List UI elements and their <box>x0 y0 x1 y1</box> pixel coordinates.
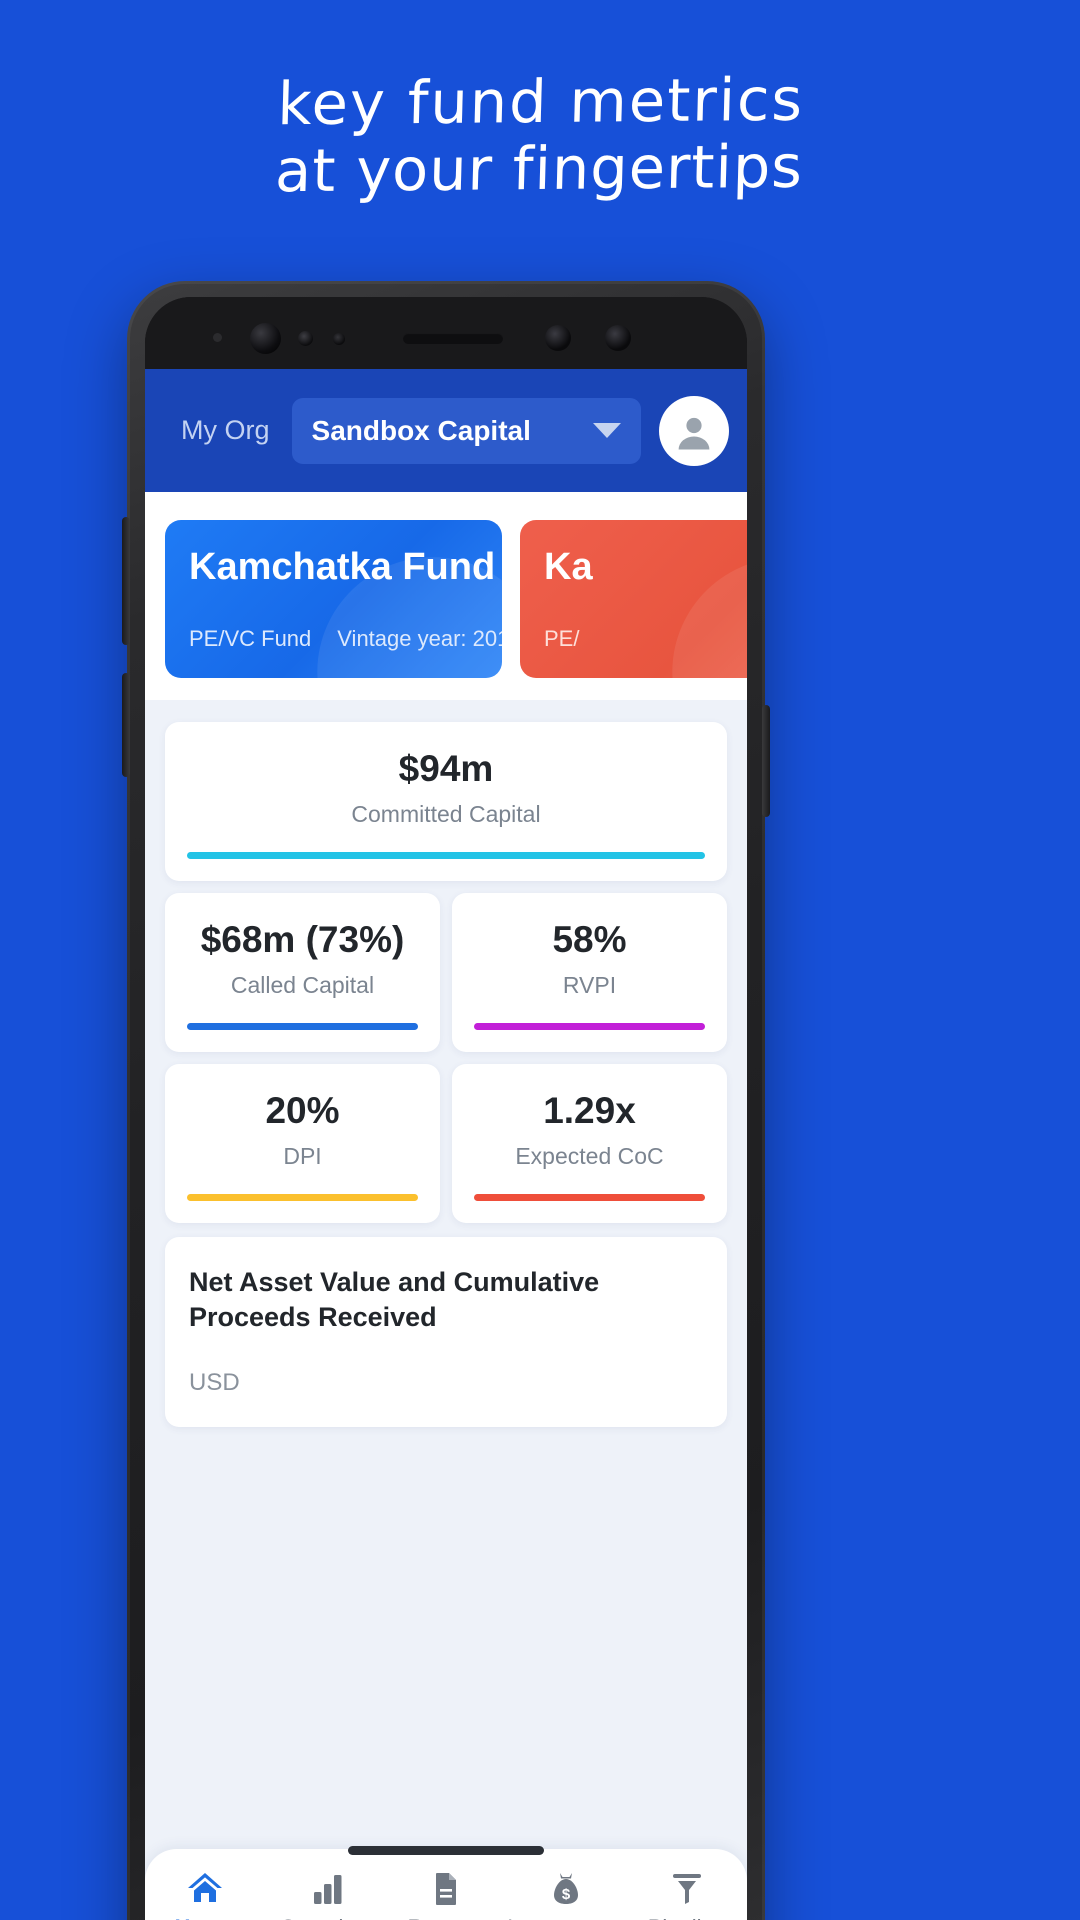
metric-accent-bar <box>187 1023 418 1030</box>
nav-item-home[interactable]: Home <box>145 1866 265 1920</box>
nav-chart-card[interactable]: Net Asset Value and Cumulative Proceeds … <box>165 1237 727 1428</box>
user-avatar-icon <box>671 407 717 454</box>
fund-card-meta: PE/ <box>544 626 747 652</box>
nav-item-overview[interactable]: Overview <box>265 1866 385 1920</box>
metric-value: $94m <box>398 748 494 789</box>
metric-value: 1.29x <box>543 1090 636 1131</box>
phone-bezel: My Org Sandbox Capital Kamchatka Fund PE… <box>145 297 747 1920</box>
document-icon <box>426 1866 466 1906</box>
nav-label: Home <box>175 1915 236 1920</box>
promo-headline: key fund metrics at your fingertips <box>0 63 1080 207</box>
home-icon <box>185 1866 225 1906</box>
org-selector-value: Sandbox Capital <box>311 414 531 446</box>
nav-item-investments[interactable]: $ Investments <box>506 1866 626 1920</box>
metric-accent-bar <box>187 852 705 859</box>
phone-screen: My Org Sandbox Capital Kamchatka Fund PE… <box>145 369 747 1920</box>
metric-accent-bar <box>474 1023 705 1030</box>
metric-label: Expected CoC <box>515 1143 664 1169</box>
bar-chart-icon <box>306 1866 346 1906</box>
fund-card-type: PE/VC Fund <box>189 626 312 651</box>
fund-card-name: Ka <box>544 546 593 588</box>
nav-item-pipeline[interactable]: Pipeline <box>627 1866 747 1920</box>
phone-device-frame: My Org Sandbox Capital Kamchatka Fund PE… <box>122 281 770 1920</box>
metric-card-rvpi[interactable]: 58% RVPI <box>452 893 727 1052</box>
chart-title: Net Asset Value and Cumulative Proceeds … <box>189 1267 600 1333</box>
chevron-down-icon <box>593 423 621 438</box>
nav-item-reports[interactable]: Reports <box>386 1866 506 1920</box>
metric-value: $68m (73%) <box>200 919 405 960</box>
fund-card-meta: PE/VC Fund Vintage year: 2014 <box>189 626 502 652</box>
metric-card-expected-coc[interactable]: 1.29x Expected CoC <box>452 1064 727 1223</box>
metric-card-committed-capital[interactable]: $94m Committed Capital <box>165 722 727 881</box>
my-org-label: My Org <box>181 415 270 445</box>
metric-card-dpi[interactable]: 20% DPI <box>165 1064 440 1223</box>
gesture-handle[interactable] <box>348 1846 544 1855</box>
sensor-icon <box>213 333 222 342</box>
money-bag-icon: $ <box>546 1866 586 1906</box>
volume-up-button[interactable] <box>122 517 130 645</box>
metric-label: RVPI <box>562 972 617 998</box>
earpiece-speaker-icon <box>403 333 503 344</box>
proximity-sensor-icon <box>333 333 345 345</box>
iris-sensor-icon <box>298 331 313 346</box>
metric-card-called-capital[interactable]: $68m (73%) Called Capital <box>165 893 440 1052</box>
metric-value: 58% <box>552 919 627 960</box>
secondary-camera-icon <box>545 325 571 351</box>
chart-unit-label: USD <box>189 1369 240 1397</box>
nav-label: Investments <box>507 1915 626 1920</box>
fund-card-name: Kamchatka Fund <box>189 546 496 588</box>
fund-card-type: PE/ <box>544 626 580 651</box>
fund-card-carousel[interactable]: Kamchatka Fund PE/VC Fund Vintage year: … <box>145 492 747 700</box>
metric-label: DPI <box>283 1143 322 1169</box>
metric-label: Committed Capital <box>351 801 541 827</box>
power-button[interactable] <box>762 705 770 817</box>
front-camera-icon <box>250 323 281 354</box>
bottom-navigation-bar: Home Overview <box>145 1849 747 1920</box>
funnel-icon <box>667 1866 707 1906</box>
metric-accent-bar <box>187 1194 418 1201</box>
metric-value: 20% <box>265 1090 340 1131</box>
metric-row-2: 20% DPI 1.29x Expected CoC <box>165 1064 727 1223</box>
metrics-section: $94m Committed Capital $68m (73%) Called… <box>145 700 747 1428</box>
metric-accent-bar <box>474 1194 705 1201</box>
fund-card-vintage: Vintage year: 2014 <box>337 626 502 651</box>
fund-card[interactable]: Ka PE/ <box>520 520 747 678</box>
avatar[interactable] <box>659 395 729 466</box>
app-header: My Org Sandbox Capital <box>145 369 747 492</box>
tertiary-camera-icon <box>605 325 631 351</box>
nav-label: Reports <box>407 1915 484 1920</box>
promo-headline-line2: at your fingertips <box>274 131 804 206</box>
fund-card[interactable]: Kamchatka Fund PE/VC Fund Vintage year: … <box>165 520 502 678</box>
volume-down-button[interactable] <box>122 673 130 777</box>
nav-label: Pipeline <box>648 1915 726 1920</box>
metric-row-1: $68m (73%) Called Capital 58% RVPI <box>165 893 727 1052</box>
svg-text:$: $ <box>562 1886 571 1903</box>
phone-top-bezel <box>145 297 747 369</box>
nav-label: Overview <box>280 1915 372 1920</box>
org-selector-dropdown[interactable]: Sandbox Capital <box>291 397 641 464</box>
metric-label: Called Capital <box>230 972 375 998</box>
promo-headline-line1: key fund metrics <box>276 64 806 139</box>
